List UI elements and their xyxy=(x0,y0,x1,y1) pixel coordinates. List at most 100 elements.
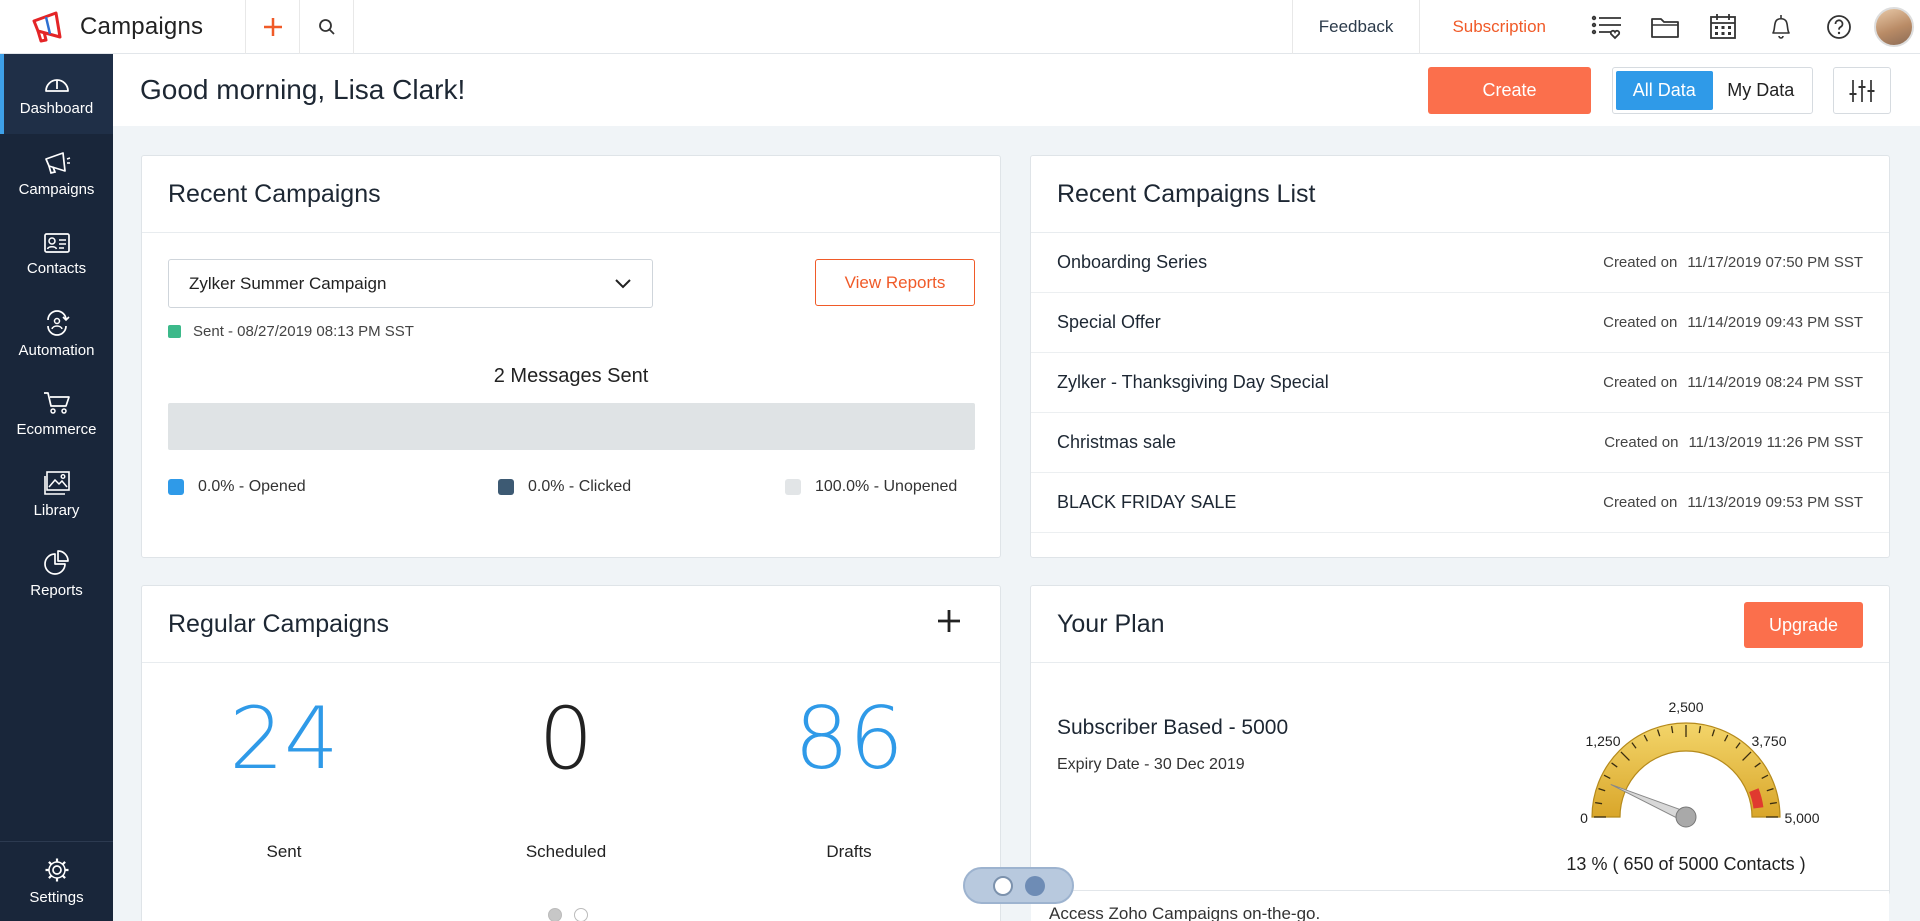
stat-value: 0 xyxy=(538,689,594,789)
image-library-icon xyxy=(43,470,70,495)
campaign-select-value: Zylker Summer Campaign xyxy=(189,273,387,293)
legend-label: 0.0% - Clicked xyxy=(528,478,632,495)
bell-icon xyxy=(1772,14,1790,39)
carousel-dot[interactable] xyxy=(548,908,562,921)
card-title: Recent Campaigns List xyxy=(1057,180,1316,208)
plan-expiry: Expiry Date - 30 Dec 2019 xyxy=(1057,756,1245,773)
sidebar-item-library[interactable]: Library xyxy=(0,454,113,534)
created-prefix: Created on xyxy=(1603,314,1678,331)
folder-icon xyxy=(1651,17,1679,38)
list-item[interactable]: Zylker - Thanksgiving Day Special Create… xyxy=(1031,353,1889,413)
your-plan-card: Your Plan Upgrade Subscriber Based - 500… xyxy=(1030,585,1890,895)
created-date: 11/14/2019 08:24 PM SST xyxy=(1687,374,1863,391)
feedback-link[interactable]: Feedback xyxy=(1291,0,1420,54)
list-item[interactable]: BLACK FRIDAY SALE Created on 11/13/2019 0… xyxy=(1031,473,1889,533)
subscription-link[interactable]: Subscription xyxy=(1419,0,1578,54)
campaign-date: Created on 11/14/2019 08:24 PM SST xyxy=(1603,374,1863,391)
list-item[interactable]: Special Offer Created on 11/14/2019 09:43… xyxy=(1031,293,1889,353)
sidebar-item-campaigns[interactable]: Campaigns xyxy=(0,134,113,214)
created-date: 11/17/2019 07:50 PM SST xyxy=(1687,254,1863,271)
campaign-name: Special Offer xyxy=(1057,312,1161,332)
messages-sent-count: 2 Messages Sent xyxy=(493,365,649,387)
sent-status-text: Sent - 08/27/2019 08:13 PM SST xyxy=(193,323,414,340)
automation-icon xyxy=(46,309,70,336)
my-data-button[interactable]: My Data xyxy=(1713,71,1810,110)
gauge-label-2500: 2,500 xyxy=(1668,699,1703,715)
mobile-app-banner[interactable]: Access Zoho Campaigns on-the-go. xyxy=(1031,890,1889,921)
campaign-date: Created on 11/14/2019 09:43 PM SST xyxy=(1603,314,1863,331)
data-scope-toggle: All Data My Data xyxy=(1612,67,1813,114)
stat-sent[interactable]: 24 Sent xyxy=(184,696,384,862)
stat-scheduled[interactable]: 0 Scheduled xyxy=(466,696,666,862)
campaign-date: Created on 11/17/2019 07:50 PM SST xyxy=(1603,254,1863,271)
campaign-select[interactable]: Zylker Summer Campaign xyxy=(168,259,653,308)
quick-create-button[interactable] xyxy=(246,0,300,54)
stat-label: Scheduled xyxy=(525,842,607,861)
legend-label: 0.0% - Opened xyxy=(198,478,306,495)
gauge-label-0: 0 xyxy=(1580,810,1588,826)
all-data-button[interactable]: All Data xyxy=(1616,71,1713,110)
stat-drafts[interactable]: 86 Drafts xyxy=(749,696,949,862)
gauge-label-3750: 3,750 xyxy=(1751,733,1786,749)
cart-icon xyxy=(43,391,70,414)
sliders-icon xyxy=(1849,79,1875,102)
page-header: Good morning, Lisa Clark! Create All Dat… xyxy=(113,54,1920,126)
legend-swatch xyxy=(168,479,184,495)
campaign-date: Created on 11/13/2019 11:26 PM SST xyxy=(1604,434,1863,451)
sent-status-dot xyxy=(168,325,181,338)
list-item[interactable]: Christmas sale Created on 11/13/2019 11:2… xyxy=(1031,413,1889,473)
created-date: 11/13/2019 09:53 PM SST xyxy=(1687,494,1863,511)
gauge-label-1250: 1,250 xyxy=(1585,733,1620,749)
legend-swatch xyxy=(785,479,801,495)
campaign-name: BLACK FRIDAY SALE xyxy=(1057,492,1237,512)
legend-unopened: 100.0% - Unopened xyxy=(785,478,957,496)
speedometer-icon xyxy=(44,78,69,92)
created-prefix: Created on xyxy=(1604,434,1679,451)
delivery-breakdown-bar xyxy=(168,403,975,450)
create-button[interactable]: Create xyxy=(1428,67,1591,114)
top-bar: Campaigns Feedback Subscription xyxy=(0,0,1920,54)
divider xyxy=(142,232,1000,233)
sidebar-item-label: Contacts xyxy=(26,259,87,277)
mailing-lists-button[interactable] xyxy=(1578,0,1636,54)
user-avatar[interactable] xyxy=(1874,6,1914,47)
calendar-button[interactable] xyxy=(1694,0,1752,54)
help-button[interactable] xyxy=(1810,0,1868,54)
created-prefix: Created on xyxy=(1603,374,1678,391)
sidebar-item-dashboard[interactable]: Dashboard xyxy=(0,54,113,134)
folder-button[interactable] xyxy=(1636,0,1694,54)
legend-label: 100.0% - Unopened xyxy=(815,478,958,495)
legend-swatch xyxy=(498,479,514,495)
view-reports-button[interactable]: View Reports xyxy=(815,259,975,306)
stat-label: Sent xyxy=(266,842,302,861)
app-logo[interactable]: Campaigns xyxy=(0,0,246,54)
sidebar-item-label: Ecommerce xyxy=(16,420,97,438)
list-item[interactable]: Onboarding Series Created on 11/17/2019 0… xyxy=(1031,233,1889,293)
contact-card-icon xyxy=(43,232,70,253)
view-toggle[interactable] xyxy=(963,867,1074,904)
chevron-down-icon xyxy=(615,278,631,288)
sidebar-item-settings[interactable]: Settings xyxy=(0,841,113,921)
sent-status: Sent - 08/27/2019 08:13 PM SST xyxy=(168,323,414,340)
campaign-name: Onboarding Series xyxy=(1057,252,1208,272)
campaign-date: Created on 11/13/2019 09:53 PM SST xyxy=(1603,494,1863,511)
megaphone-icon xyxy=(44,151,70,174)
contacts-gauge: 0 1,250 2,500 3,750 5,000 xyxy=(1580,699,1820,828)
search-button[interactable] xyxy=(300,0,354,54)
upgrade-button[interactable]: Upgrade xyxy=(1744,602,1863,648)
carousel-dot[interactable] xyxy=(574,908,588,921)
app-title: Campaigns xyxy=(80,12,204,40)
recent-campaigns-list-card: Recent Campaigns List Onboarding Series … xyxy=(1030,155,1890,558)
created-prefix: Created on xyxy=(1603,254,1678,271)
add-campaign-button[interactable] xyxy=(936,608,962,639)
recent-campaigns-card: Recent Campaigns Zylker Summer Campaign … xyxy=(141,155,1001,558)
notifications-button[interactable] xyxy=(1752,0,1810,54)
plan-usage-caption: 13 % ( 650 of 5000 Contacts ) xyxy=(1566,854,1806,874)
sidebar-item-reports[interactable]: Reports xyxy=(0,534,113,614)
gauge-label-5000: 5,000 xyxy=(1784,810,1819,826)
sidebar-item-automation[interactable]: Automation xyxy=(0,294,113,374)
sidebar-item-label: Reports xyxy=(30,581,83,599)
sidebar-item-contacts[interactable]: Contacts xyxy=(0,214,113,294)
customize-dashboard-button[interactable] xyxy=(1833,67,1891,114)
sidebar-item-ecommerce[interactable]: Ecommerce xyxy=(0,374,113,454)
